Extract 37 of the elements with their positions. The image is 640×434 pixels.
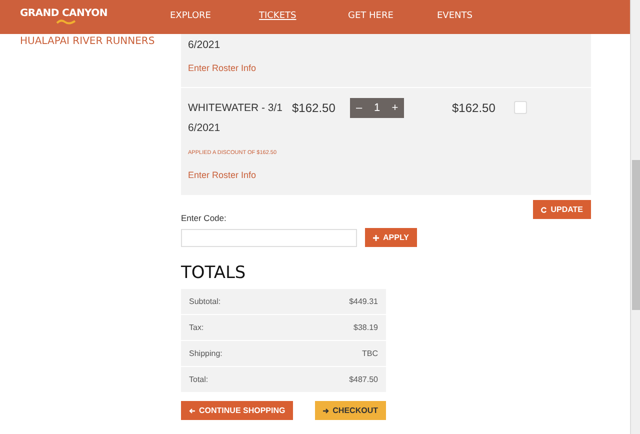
roster-link[interactable]: Enter Roster Info bbox=[188, 169, 256, 181]
arrow-right-icon bbox=[322, 408, 329, 414]
totals-value: $487.50 bbox=[349, 374, 378, 386]
plus-button[interactable]: + bbox=[386, 98, 404, 118]
item-total: $162.50 bbox=[452, 100, 496, 117]
sidebar-link[interactable]: HUALAPAI RIVER RUNNERS bbox=[20, 36, 155, 48]
logo-text[interactable]: GRAND CANYON bbox=[20, 9, 108, 19]
refresh-icon bbox=[540, 206, 547, 212]
scrollbar[interactable] bbox=[630, 0, 640, 434]
nav-link-item[interactable]: EVENTS bbox=[437, 10, 526, 24]
nav-link-item[interactable]: GET HERE bbox=[348, 10, 437, 24]
checkout-button[interactable]: CHECKOUT bbox=[314, 401, 386, 420]
continue-shopping-button[interactable]: CONTINUE SHOPPING bbox=[181, 401, 294, 420]
totals-value: $449.31 bbox=[349, 296, 378, 308]
minus-button[interactable]: – bbox=[350, 98, 368, 118]
totals-label: Subtotal: bbox=[189, 296, 221, 308]
roster-link[interactable]: Enter Roster Info bbox=[188, 62, 256, 74]
item-name: WHITEWATER - 3/1 6/2021 bbox=[188, 101, 284, 136]
apply-button[interactable]: APPLY bbox=[365, 228, 417, 247]
item-price: $162.50 bbox=[292, 100, 336, 117]
totals-label: Tax: bbox=[189, 322, 204, 334]
item-name: 6/2021 bbox=[188, 38, 222, 53]
totals-value: TBC bbox=[362, 348, 378, 360]
remove-checkbox[interactable] bbox=[514, 101, 527, 114]
totals-label: Total: bbox=[189, 374, 208, 386]
nav-link-item[interactable]: TICKETS bbox=[259, 10, 348, 24]
nav-link-item[interactable]: EXPLORE bbox=[170, 10, 259, 24]
arrow-left-icon bbox=[189, 408, 195, 414]
logo-swoosh-icon bbox=[56, 19, 76, 25]
totals-label: Shipping: bbox=[189, 348, 222, 360]
plus-icon bbox=[373, 234, 379, 240]
enter-code-label: Enter Code: bbox=[181, 213, 226, 224]
totals-value: $38.19 bbox=[354, 322, 378, 334]
quantity-value: 1 bbox=[372, 101, 382, 116]
update-button[interactable]: UPDATE bbox=[532, 200, 591, 219]
totals-heading: TOTALS bbox=[181, 265, 246, 282]
code-input-field[interactable] bbox=[181, 228, 357, 246]
